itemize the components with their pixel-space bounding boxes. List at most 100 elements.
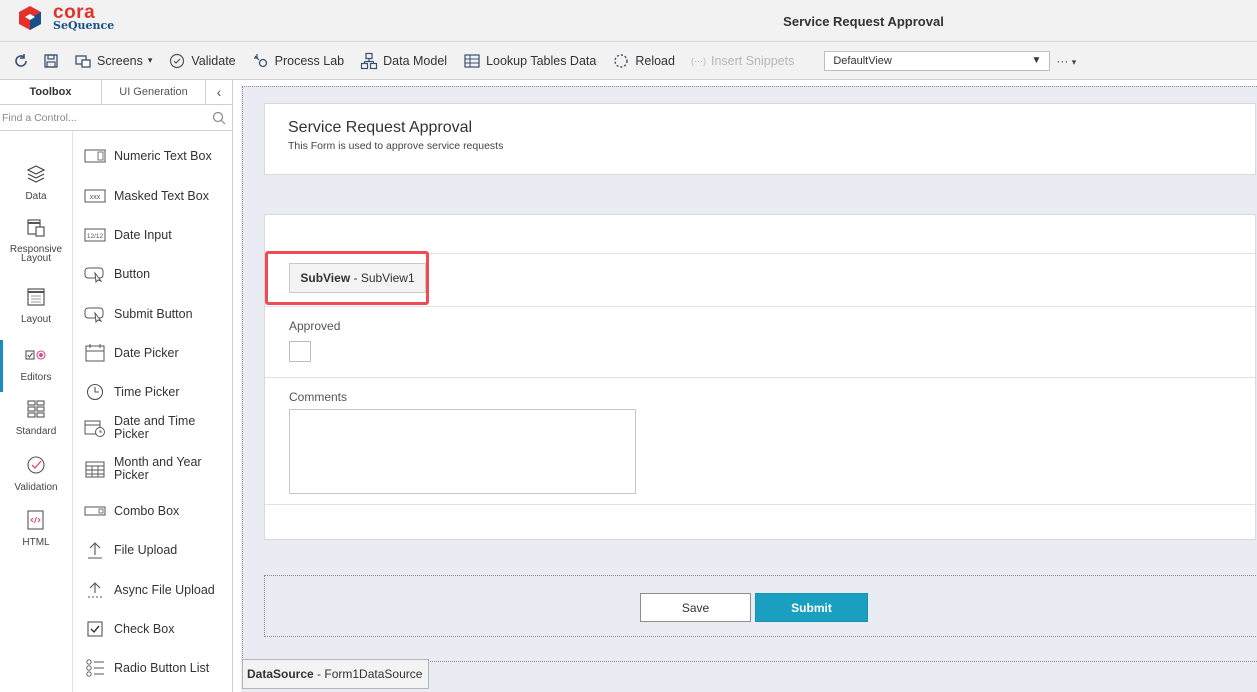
comments-textarea[interactable] — [289, 409, 636, 494]
button-cursor-icon — [84, 267, 104, 283]
datasource-tab[interactable]: DataSource - Form1DataSource — [242, 659, 429, 689]
control-date-and-time-picker[interactable]: Date and Time Picker — [84, 415, 232, 441]
save-file-button[interactable] — [36, 42, 66, 80]
category-layout[interactable]: Layout — [0, 286, 72, 325]
find-control-input[interactable]: Find a Control... — [0, 105, 232, 131]
control-time-picker[interactable]: Time Picker — [84, 383, 232, 401]
control-label: Check Box — [114, 621, 175, 636]
collapse-icon[interactable]: ‹ — [206, 80, 232, 104]
subview-highlight-box — [265, 251, 429, 305]
toolbox-panel: Toolbox UI Generation ‹ Find a Control..… — [0, 80, 233, 692]
validate-button[interactable]: Validate — [160, 42, 243, 80]
approved-label: Approved — [289, 319, 341, 333]
control-label: Month and Year Picker — [114, 455, 202, 482]
control-submit-button[interactable]: Submit Button — [84, 305, 232, 323]
date-input-icon: 12/12 — [84, 228, 106, 242]
reload-icon — [614, 53, 629, 68]
control-date-picker[interactable]: Date Picker — [84, 344, 232, 362]
comments-label: Comments — [289, 390, 348, 404]
insert-snippets-button[interactable]: (···) Insert Snippets — [683, 42, 802, 80]
submit-button[interactable]: Submit — [755, 593, 868, 622]
category-html[interactable]: HTML — [0, 509, 72, 548]
chevron-down-icon: ▾ — [1071, 56, 1077, 67]
category-label: Standard — [15, 426, 57, 437]
form-description: This Form is used to approve service req… — [288, 140, 504, 152]
title-bar: cora SeQuence Service Request Approval — [0, 0, 1257, 42]
refresh-button[interactable] — [0, 42, 36, 80]
search-icon — [212, 111, 226, 124]
category-label: Data — [25, 191, 47, 202]
tab-toolbox[interactable]: Toolbox — [0, 80, 102, 104]
screens-menu[interactable]: Screens ▾ — [66, 42, 160, 80]
main-toolbar: Screens ▾ Validate Process Lab Data Mode… — [0, 42, 1257, 80]
clock-icon — [86, 383, 104, 401]
process-lab-icon — [253, 53, 267, 67]
data-model-icon — [361, 52, 378, 69]
control-month-and-year-picker[interactable]: Month and Year Picker — [84, 456, 232, 482]
control-label: Async File Upload — [114, 582, 215, 597]
data-model-button[interactable]: Data Model — [352, 42, 455, 80]
submit-button-icon — [84, 307, 104, 323]
category-standard[interactable]: Standard — [0, 398, 72, 437]
category-editors[interactable]: Editors — [0, 340, 72, 392]
row-divider — [265, 306, 1255, 307]
control-file-upload[interactable]: File Upload — [84, 541, 232, 559]
chevron-down-icon: ▾ — [147, 55, 153, 65]
control-label: Radio Button List — [114, 660, 210, 675]
category-responsive-layout[interactable]: Responsive Layout — [0, 217, 72, 264]
form-title: Service Request Approval — [288, 119, 473, 136]
category-data[interactable]: Data — [0, 163, 72, 202]
category-label: Layout — [20, 314, 52, 325]
more-menu[interactable]: ··· ▾ — [1056, 54, 1076, 68]
code-braces-icon: (···) — [690, 55, 706, 66]
control-check-box[interactable]: Check Box — [84, 620, 232, 638]
control-masked-text-box[interactable]: xxx Masked Text Box — [84, 187, 232, 205]
data-model-label: Data Model — [383, 53, 448, 68]
month-calendar-icon — [85, 461, 105, 478]
category-label: Editors — [20, 372, 52, 383]
view-select[interactable]: DefaultView ▼ — [824, 50, 1051, 71]
control-label: Submit Button — [114, 306, 193, 321]
save-button[interactable]: Save — [640, 593, 751, 622]
checkbox-icon — [87, 621, 103, 637]
html-code-icon — [27, 510, 44, 530]
control-label: Numeric Text Box — [114, 148, 212, 163]
form-header-panel[interactable]: Service Request Approval This Form is us… — [264, 103, 1256, 175]
control-button[interactable]: Button — [84, 265, 232, 283]
editors-icon — [25, 350, 46, 360]
control-combo-box[interactable]: Combo Box — [84, 502, 232, 520]
chevron-down-icon: ▼ — [1031, 55, 1042, 66]
validation-check-icon — [27, 456, 45, 474]
reload-button[interactable]: Reload — [604, 42, 683, 80]
control-radio-button-list[interactable]: Radio Button List — [84, 659, 232, 677]
row-divider — [265, 504, 1255, 505]
lookup-tables-button[interactable]: Lookup Tables Data — [455, 42, 604, 80]
datasource-type: DataSource — [247, 667, 314, 681]
floppy-disk-icon — [44, 53, 58, 68]
control-label: Combo Box — [114, 503, 180, 518]
layers-icon — [26, 165, 46, 183]
svg-text:12/12: 12/12 — [87, 233, 104, 240]
control-date-input[interactable]: 12/12 Date Input — [84, 226, 232, 244]
control-label: File Upload — [114, 542, 178, 557]
control-numeric-text-box[interactable]: Numeric Text Box — [84, 147, 232, 165]
control-label: Date Picker — [114, 345, 179, 360]
layout-icon — [27, 288, 45, 306]
upload-arrow-icon — [88, 542, 102, 559]
insert-snippets-label: Insert Snippets — [710, 53, 795, 68]
calendar-icon — [85, 344, 105, 362]
control-label: Date Input — [114, 227, 172, 242]
approved-checkbox[interactable] — [289, 341, 311, 362]
process-lab-label: Process Lab — [274, 53, 345, 68]
responsive-layout-icon — [27, 219, 45, 237]
category-label: Responsive Layout — [9, 244, 63, 264]
combo-box-icon — [84, 506, 106, 516]
masked-textbox-icon: xxx — [84, 189, 106, 203]
numeric-textbox-icon — [84, 149, 106, 163]
refresh-icon — [15, 53, 27, 67]
process-lab-button[interactable]: Process Lab — [244, 42, 352, 80]
category-validation[interactable]: Validation — [0, 454, 72, 493]
tab-ui-generation[interactable]: UI Generation — [102, 80, 206, 104]
control-async-file-upload[interactable]: Async File Upload — [84, 581, 232, 599]
control-label: Button — [114, 266, 151, 281]
